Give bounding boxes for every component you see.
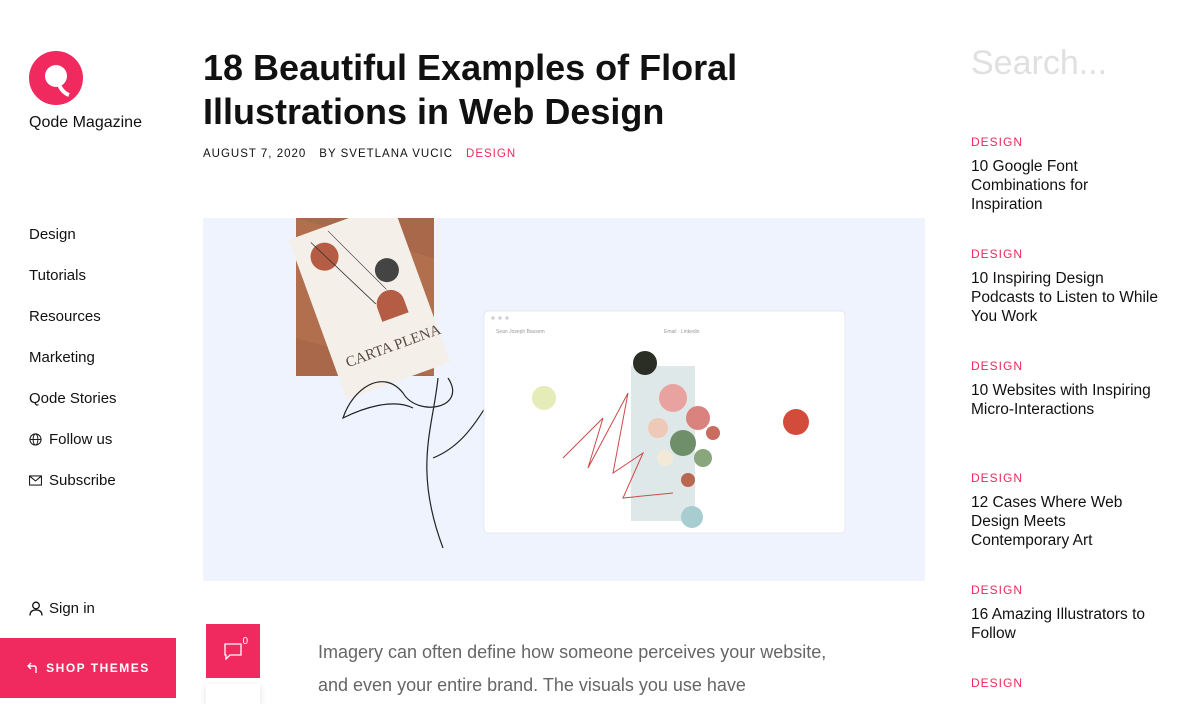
post-category[interactable]: DESIGN [971,471,1161,485]
comment-count: 0 [242,636,248,647]
nav-item-label: Follow us [49,431,113,448]
post-title[interactable]: 10 Google Font Combinations for Inspirat… [971,157,1161,214]
branch-drawing [341,377,489,549]
sidebar-post: DESIGN [971,676,1161,690]
sidebar-post: DESIGN 12 Cases Where Web Design Meets C… [971,471,1161,550]
window-right-text: Email · Linkedin [664,329,700,335]
sidebar-post: DESIGN 10 Google Font Combinations for I… [971,135,1161,214]
post-title[interactable]: 12 Cases Where Web Design Meets Contempo… [971,493,1161,550]
nav-item-marketing[interactable]: Marketing [29,337,117,378]
nav-item-design[interactable]: Design [29,214,117,255]
user-icon [29,601,43,616]
article-category[interactable]: DESIGN [466,148,516,160]
nav-item-tutorials[interactable]: Tutorials [29,255,117,296]
brand-name[interactable]: Qode Magazine [29,114,142,132]
sidebar-post: DESIGN 10 Inspiring Design Podcasts to L… [971,247,1161,326]
shop-themes-button[interactable]: SHOP THEMES [0,638,176,698]
nav-item-label: Marketing [29,349,95,366]
window-left-text: Sean Joseph Bassem [496,329,545,335]
sign-in-label: Sign in [49,600,95,617]
article-meta: AUGUST 7, 2020 BY SVETLANA VUCIC DESIGN [203,148,516,160]
post-title[interactable]: 10 Websites with Inspiring Micro-Interac… [971,381,1161,419]
article-intro: Imagery can often define how someone per… [318,642,827,695]
nav-item-label: Tutorials [29,267,86,284]
globe-icon [29,433,42,446]
nav-item-resources[interactable]: Resources [29,296,117,337]
article-title: 18 Beautiful Examples of Floral Illustra… [203,47,738,132]
post-category[interactable]: DESIGN [971,359,1161,373]
sidebar-post: DESIGN 10 Websites with Inspiring Micro-… [971,359,1161,419]
return-arrow-icon [27,662,37,673]
mail-icon [29,475,42,486]
article-author[interactable]: BY SVETLANA VUCIC [319,148,453,160]
nav-item-subscribe[interactable]: Subscribe [29,460,117,501]
sidebar-post: DESIGN 16 Amazing Illustrators to Follow [971,583,1161,643]
hero-image: CARTA PLENA Sean Joseph Bassem Email · L… [203,218,925,581]
hero-illustration: CARTA PLENA Sean Joseph Bassem Email · L… [288,218,846,549]
share-button[interactable] [206,684,260,704]
main-nav: Design Tutorials Resources Marketing Qod… [29,214,117,501]
sign-in-link[interactable]: Sign in [29,600,95,617]
nav-item-follow-us[interactable]: Follow us [29,419,117,460]
shop-themes-label: SHOP THEMES [46,661,150,675]
nav-item-label: Qode Stories [29,390,117,407]
post-title[interactable]: 10 Inspiring Design Podcasts to Listen t… [971,269,1161,326]
post-category[interactable]: DESIGN [971,583,1161,597]
nav-item-qode-stories[interactable]: Qode Stories [29,378,117,419]
nav-item-label: Design [29,226,76,243]
post-category[interactable]: DESIGN [971,247,1161,261]
nav-item-label: Subscribe [49,472,116,489]
post-title[interactable]: 16 Amazing Illustrators to Follow [971,605,1161,643]
nav-item-label: Resources [29,308,101,325]
search-input[interactable] [971,44,1171,83]
comments-button[interactable]: 0 [206,624,260,678]
article-date[interactable]: AUGUST 7, 2020 [203,148,306,160]
comment-icon [224,642,242,660]
qode-logo[interactable] [29,51,83,105]
post-category[interactable]: DESIGN [971,676,1161,690]
post-category[interactable]: DESIGN [971,135,1161,149]
